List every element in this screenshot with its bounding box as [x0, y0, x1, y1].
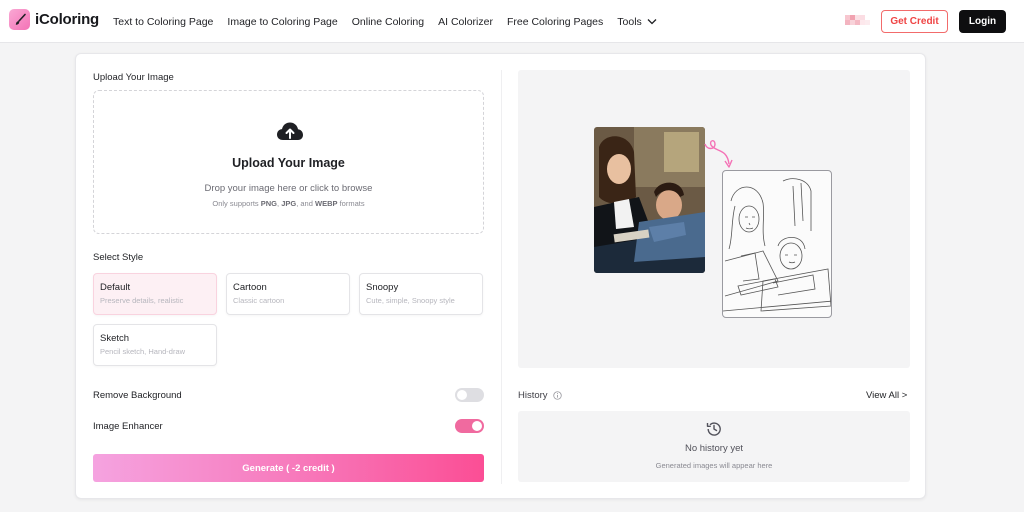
- upload-section-label: Upload Your Image: [93, 72, 174, 83]
- curved-arrow-icon: [704, 140, 733, 168]
- upload-title: Upload Your Image: [232, 156, 345, 170]
- toggle-knob: [472, 421, 482, 431]
- example-coloring-sketch: [722, 170, 832, 318]
- generate-button[interactable]: Generate ( -2 credit ): [93, 454, 484, 482]
- formats-prefix: Only supports: [212, 199, 259, 208]
- nav-online-coloring[interactable]: Online Coloring: [352, 16, 424, 28]
- nav-label: Free Coloring Pages: [506, 15, 604, 28]
- style-description: Cute, simple, Snoopy style: [366, 296, 455, 305]
- upload-formats-note: Only supports PNG, JPG, and WEBP formats: [94, 199, 483, 208]
- format-jpg: JPG: [281, 199, 297, 208]
- style-option-cartoon[interactable]: Cartoon Classic cartoon: [226, 273, 350, 315]
- user-avatar[interactable]: [845, 15, 871, 28]
- example-photo: [594, 127, 705, 273]
- history-header: History: [518, 390, 562, 401]
- nav-label: Online Coloring: [351, 15, 425, 28]
- style-option-sketch[interactable]: Sketch Pencil sketch, Hand-draw: [93, 324, 217, 366]
- style-description: Preserve details, realistic: [100, 296, 184, 305]
- cloud-upload-icon: [277, 122, 303, 140]
- nav-image-to-coloring-page[interactable]: Image to Coloring Page: [227, 16, 337, 28]
- nav-tools-dropdown[interactable]: Tools: [617, 16, 657, 28]
- view-all-history-link[interactable]: View All >: [866, 390, 907, 401]
- style-name: Default: [100, 282, 131, 293]
- image-enhancer-label: Image Enhancer: [93, 421, 163, 432]
- nav-free-coloring-pages[interactable]: Free Coloring Pages: [507, 16, 603, 28]
- history-empty-state: No history yet Generated images will app…: [518, 411, 910, 482]
- chevron-down-icon: [647, 19, 657, 25]
- formats-suffix: formats: [339, 199, 365, 208]
- history-clock-icon: [706, 422, 721, 436]
- style-option-default[interactable]: Default Preserve details, realistic: [93, 273, 217, 315]
- style-description: Classic cartoon: [233, 296, 285, 305]
- remove-background-toggle[interactable]: [455, 388, 484, 402]
- history-title: History: [518, 390, 548, 401]
- nav-label: Tools: [617, 15, 642, 28]
- nav-label: AI Colorizer: [438, 15, 493, 28]
- upload-dropzone[interactable]: Upload Your Image Drop your image here o…: [93, 90, 484, 234]
- format-png: PNG: [260, 199, 278, 208]
- logo-text: iColoring: [35, 11, 100, 28]
- format-webp: WEBP: [315, 199, 338, 208]
- main-card: Upload Your Image Upload Your Image Drop…: [75, 53, 926, 499]
- format-separator: , and: [296, 199, 313, 208]
- style-option-snoopy[interactable]: Snoopy Cute, simple, Snoopy style: [359, 273, 483, 315]
- nav-label: Text to Coloring Page: [113, 15, 214, 28]
- upload-subtitle: Drop your image here or click to browse: [204, 183, 373, 194]
- nav-ai-colorizer[interactable]: AI Colorizer: [438, 16, 493, 28]
- style-name: Snoopy: [366, 282, 399, 293]
- style-description: Pencil sketch, Hand-draw: [100, 347, 186, 356]
- info-icon[interactable]: [552, 391, 562, 400]
- nav-text-to-coloring-page[interactable]: Text to Coloring Page: [113, 16, 213, 28]
- main-nav: Text to Coloring Page Image to Coloring …: [113, 0, 671, 43]
- style-name: Cartoon: [233, 282, 267, 293]
- image-enhancer-toggle[interactable]: [455, 419, 484, 433]
- history-empty-hint: Generated images will appear here: [655, 461, 773, 470]
- brush-icon: [9, 9, 30, 30]
- style-name: Sketch: [100, 333, 130, 344]
- remove-background-label: Remove Background: [93, 390, 182, 401]
- top-navbar: iColoring Text to Coloring Page Image to…: [0, 0, 1024, 43]
- column-divider: [501, 70, 502, 484]
- get-credit-button[interactable]: Get Credit: [881, 10, 948, 33]
- style-section-label: Select Style: [93, 252, 144, 263]
- preview-panel: [518, 70, 910, 368]
- logo[interactable]: iColoring: [9, 9, 99, 30]
- toggle-knob: [457, 390, 467, 400]
- login-button[interactable]: Login: [959, 10, 1006, 33]
- nav-label: Image to Coloring Page: [227, 15, 338, 28]
- history-empty-text: No history yet: [684, 443, 744, 454]
